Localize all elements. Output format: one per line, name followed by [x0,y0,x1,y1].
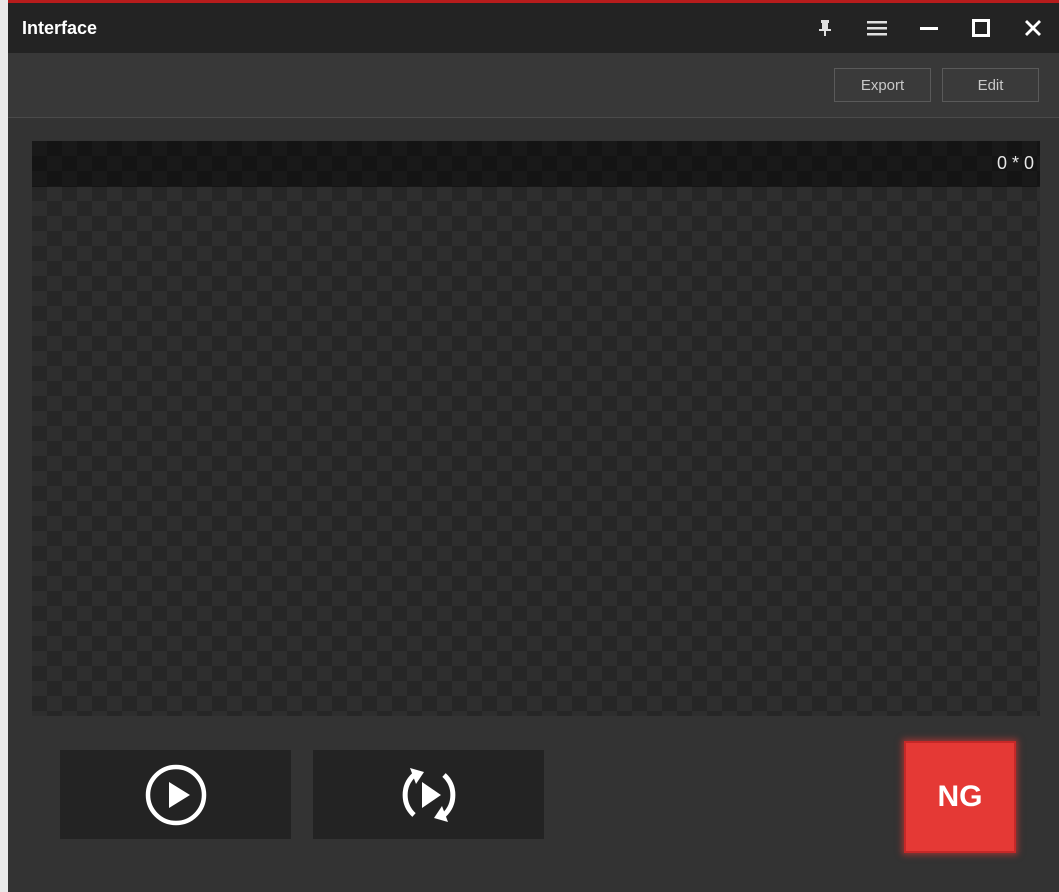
loop-play-button[interactable] [313,750,544,839]
maximize-icon [972,19,990,37]
toolbar: Export Edit [8,53,1059,118]
minimize-icon [920,27,938,30]
pin-icon [819,20,831,36]
minimize-button[interactable] [903,3,955,53]
app-window: Interface Export Edit 0 * 0 NG [8,0,1059,892]
viewer-header: 0 * 0 [32,141,1040,187]
close-icon [1025,20,1041,36]
window-controls [799,3,1059,53]
play-button[interactable] [60,750,291,839]
close-button[interactable] [1007,3,1059,53]
maximize-button[interactable] [955,3,1007,53]
export-button[interactable]: Export [834,68,931,102]
status-indicator: NG [904,741,1016,853]
window-title: Interface [22,17,98,38]
pin-button[interactable] [799,3,851,53]
image-viewer[interactable]: 0 * 0 [32,141,1040,716]
menu-icon [867,21,887,36]
loop-play-icon [402,767,455,822]
menu-button[interactable] [851,3,903,53]
play-circle-icon [145,764,206,825]
title-bar: Interface [8,3,1059,53]
image-dimensions: 0 * 0 [996,153,1034,173]
edit-button[interactable]: Edit [942,68,1039,102]
